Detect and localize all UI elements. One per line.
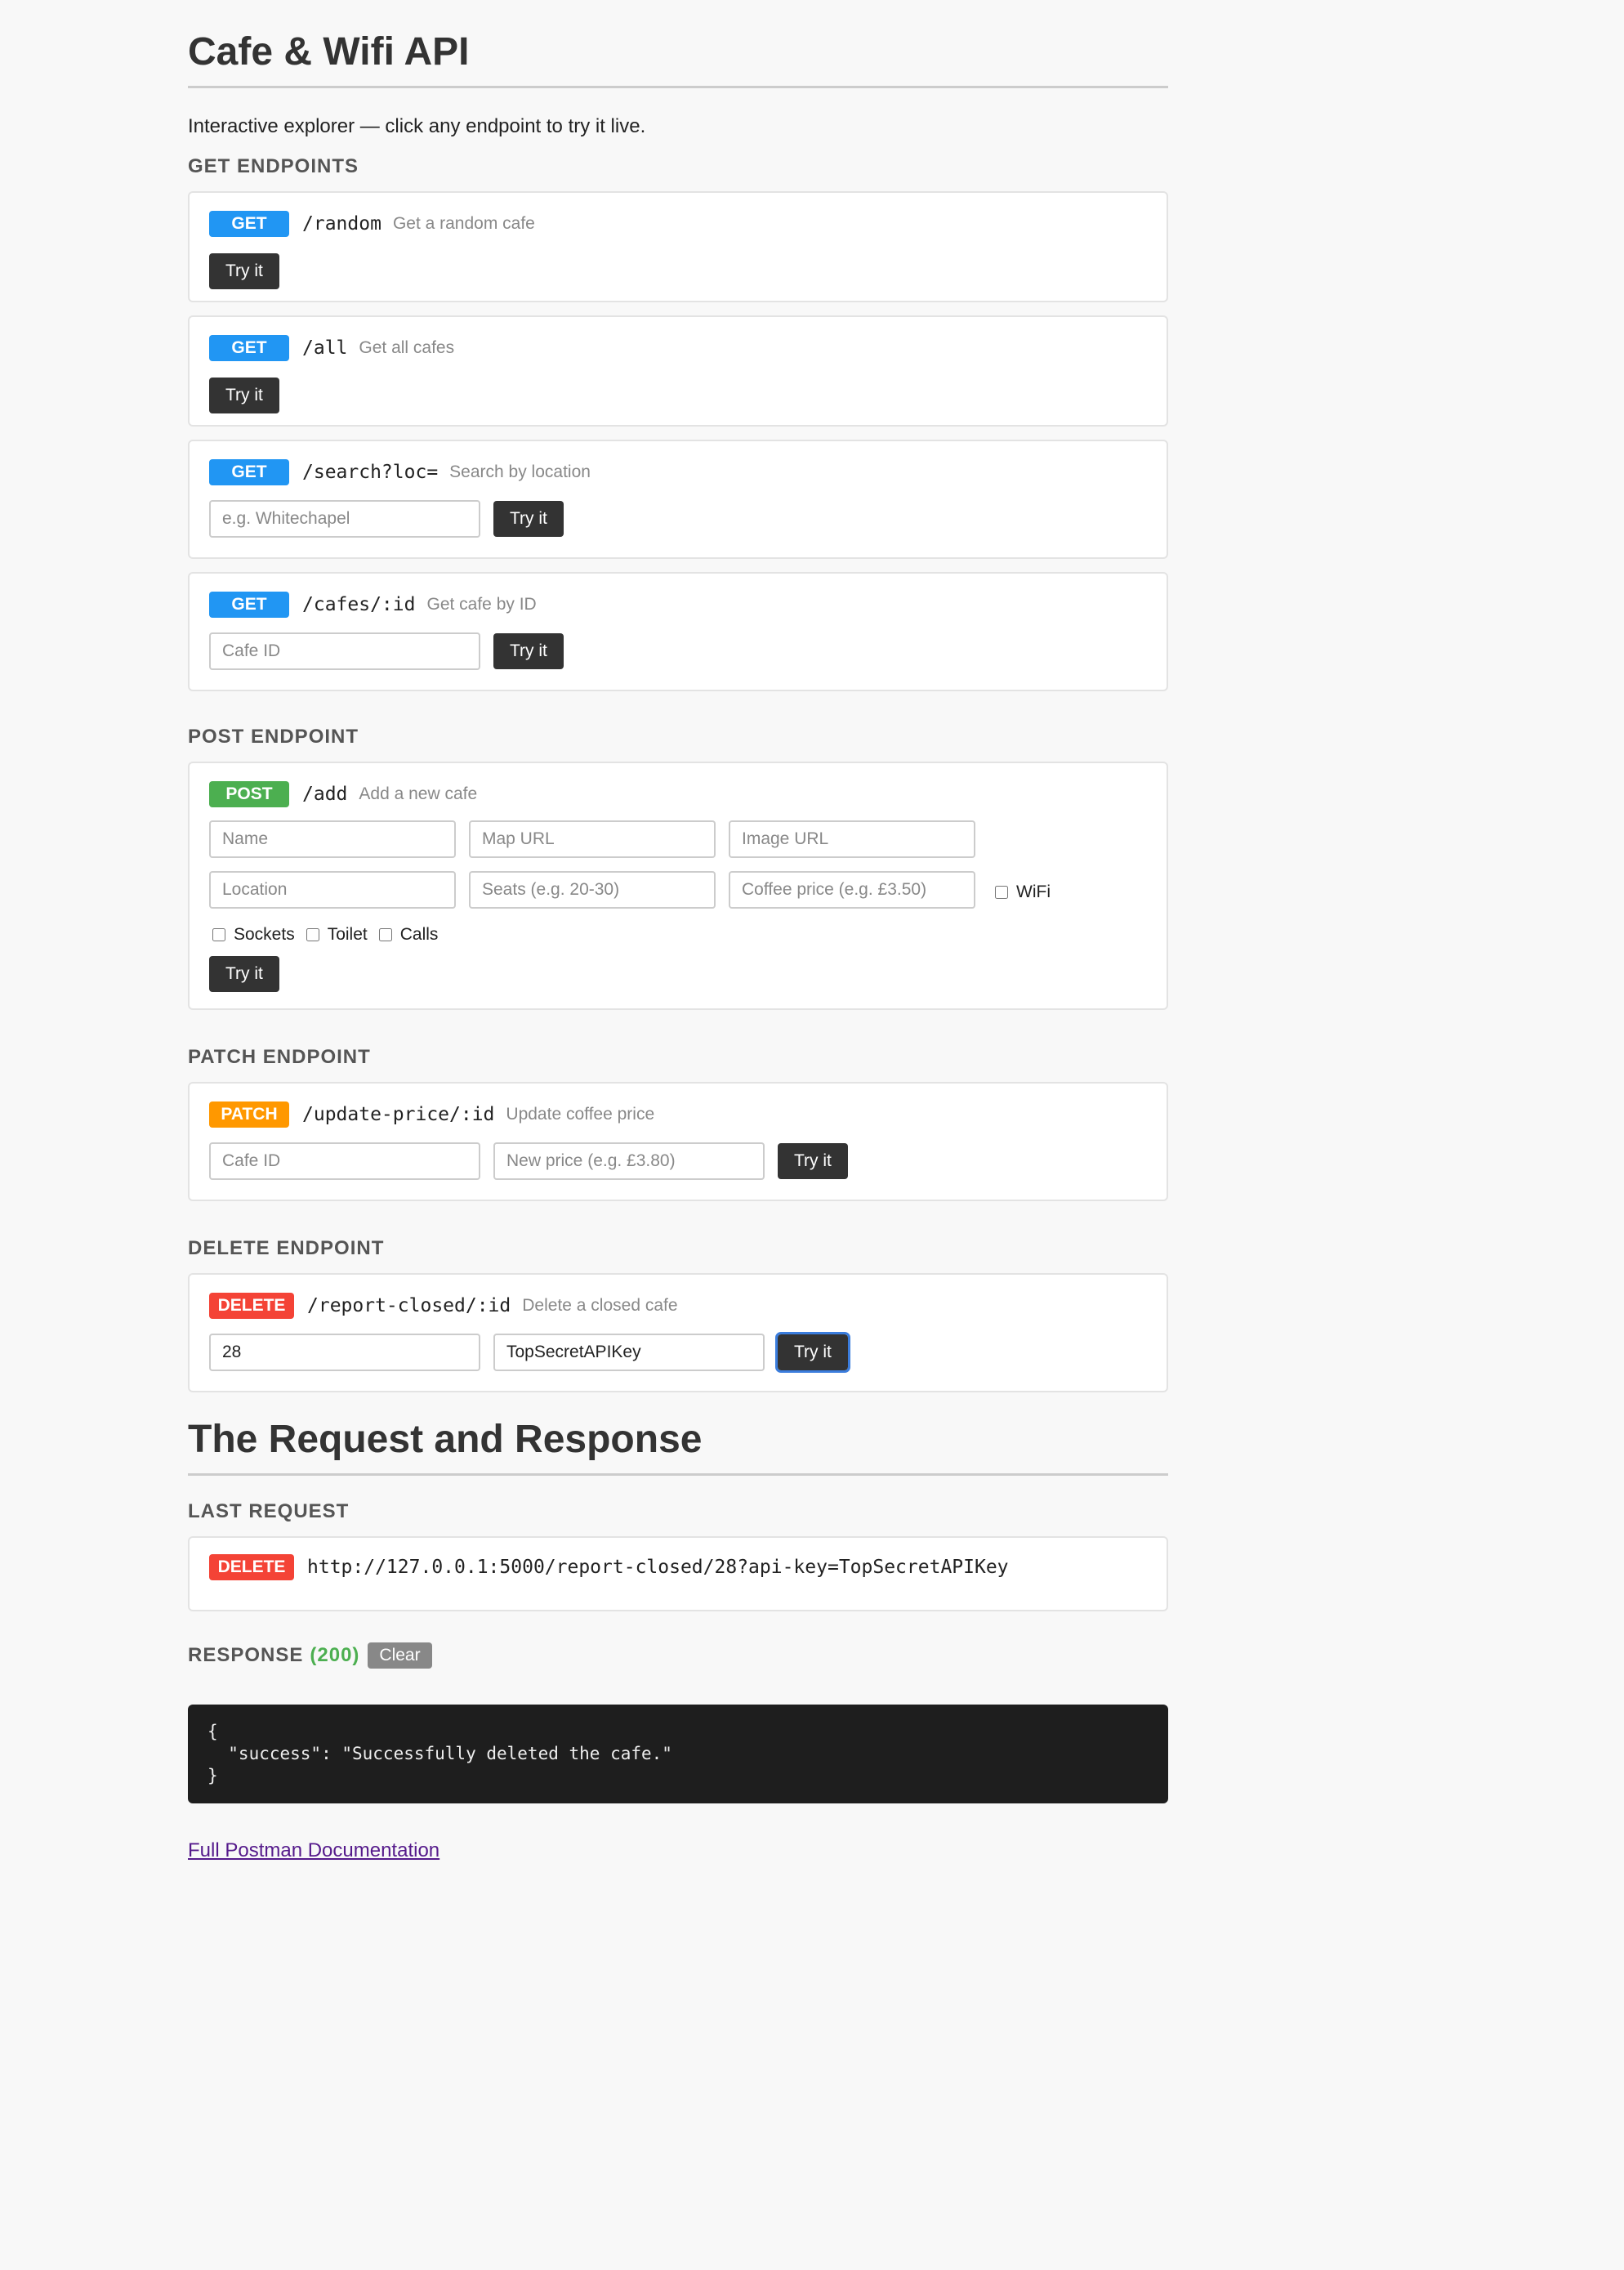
response-body: { "success": "Successfully deleted the c…: [188, 1705, 1168, 1803]
method-badge: POST: [209, 781, 289, 807]
try-it-button-all[interactable]: Try it: [209, 378, 279, 413]
method-badge: GET: [209, 211, 289, 237]
toilet-checkbox-label[interactable]: Toilet: [306, 925, 368, 945]
map-url-input[interactable]: [469, 820, 716, 858]
try-it-button-update-price[interactable]: Try it: [778, 1143, 848, 1179]
calls-checkbox[interactable]: [378, 928, 392, 941]
method-badge: GET: [209, 592, 289, 618]
try-it-button-report-closed[interactable]: Try it: [775, 1332, 850, 1373]
method-badge: GET: [209, 459, 289, 485]
endpoint-path: /all: [302, 337, 348, 359]
name-input[interactable]: [209, 820, 456, 858]
toilet-label: Toilet: [327, 925, 368, 944]
new-price-input[interactable]: [493, 1142, 765, 1180]
intro-text: Interactive explorer — click any endpoin…: [188, 115, 646, 137]
try-it-button-cafe-by-id[interactable]: Try it: [493, 633, 564, 669]
image-url-input[interactable]: [729, 820, 975, 858]
endpoint-card-search: GET /search?loc= Search by location Try …: [188, 440, 1168, 559]
endpoint-desc: Get all cafes: [359, 338, 455, 357]
location-input[interactable]: [209, 871, 456, 909]
wifi-label: WiFi: [1016, 883, 1051, 901]
method-badge: DELETE: [209, 1293, 294, 1319]
response-status: (200): [310, 1644, 360, 1666]
last-request-card: DELETE http://127.0.0.1:5000/report-clos…: [188, 1536, 1168, 1611]
last-request-title: LAST REQUEST: [188, 1500, 350, 1522]
endpoint-card-update-price: PATCH /update-price/:id Update coffee pr…: [188, 1082, 1168, 1201]
endpoint-card-random: GET /random Get a random cafe Try it: [188, 191, 1168, 302]
calls-label: Calls: [399, 925, 439, 944]
endpoint-desc: Get cafe by ID: [426, 595, 537, 614]
endpoint-card-cafe-by-id: GET /cafes/:id Get cafe by ID Try it: [188, 572, 1168, 691]
page: Cafe & Wifi API Interactive explorer — c…: [188, 0, 1168, 1862]
sockets-label: Sockets: [234, 925, 295, 944]
endpoint-path: /cafes/:id: [302, 594, 416, 615]
endpoint-path: /update-price/:id: [302, 1104, 495, 1125]
sockets-checkbox[interactable]: [212, 928, 225, 941]
endpoint-path: /add: [302, 784, 348, 805]
try-it-button-search[interactable]: Try it: [493, 501, 564, 537]
endpoint-card-add: POST /add Add a new cafe WiFi Sockets: [188, 762, 1168, 1010]
page-title: Cafe & Wifi API: [188, 0, 1168, 88]
cafe-id-input[interactable]: [209, 632, 480, 670]
patch-section-title: PATCH ENDPOINT: [188, 1046, 371, 1068]
method-badge: DELETE: [209, 1554, 294, 1580]
patch-cafe-id-input[interactable]: [209, 1142, 480, 1180]
wifi-checkbox-label[interactable]: WiFi: [995, 883, 1051, 902]
endpoint-card-report-closed: DELETE /report-closed/:id Delete a close…: [188, 1273, 1168, 1392]
endpoint-card-all: GET /all Get all cafes Try it: [188, 315, 1168, 427]
method-badge: PATCH: [209, 1101, 289, 1128]
endpoint-path: /report-closed/:id: [307, 1295, 511, 1316]
clear-button[interactable]: Clear: [368, 1642, 432, 1669]
postman-documentation-link[interactable]: Full Postman Documentation: [188, 1839, 439, 1861]
endpoint-desc: Search by location: [449, 462, 591, 481]
response-title: RESPONSE: [188, 1644, 304, 1666]
calls-checkbox-label[interactable]: Calls: [378, 925, 439, 945]
request-response-title: The Request and Response: [188, 1417, 1168, 1476]
endpoint-path: /random: [302, 213, 381, 235]
post-section-title: POST ENDPOINT: [188, 726, 359, 748]
method-badge: GET: [209, 335, 289, 361]
endpoint-desc: Get a random cafe: [392, 214, 535, 233]
endpoint-desc: Delete a closed cafe: [522, 1296, 678, 1315]
endpoint-desc: Add a new cafe: [359, 784, 478, 803]
get-section-title: GET ENDPOINTS: [188, 155, 359, 177]
request-url: http://127.0.0.1:5000/report-closed/28?a…: [307, 1557, 1009, 1578]
sockets-checkbox-label[interactable]: Sockets: [212, 925, 295, 945]
delete-section-title: DELETE ENDPOINT: [188, 1237, 385, 1259]
endpoint-path: /search?loc=: [302, 462, 439, 483]
seats-input[interactable]: [469, 871, 716, 909]
search-location-input[interactable]: [209, 500, 480, 538]
coffee-price-input[interactable]: [729, 871, 975, 909]
try-it-button-add[interactable]: Try it: [209, 956, 279, 992]
response-header: RESPONSE (200) Clear: [188, 1642, 1168, 1669]
endpoint-desc: Update coffee price: [506, 1105, 655, 1124]
delete-cafe-id-input[interactable]: [209, 1334, 480, 1371]
try-it-button-random[interactable]: Try it: [209, 253, 279, 289]
wifi-checkbox[interactable]: [995, 886, 1008, 899]
api-key-input[interactable]: [493, 1334, 765, 1371]
toilet-checkbox[interactable]: [306, 928, 319, 941]
